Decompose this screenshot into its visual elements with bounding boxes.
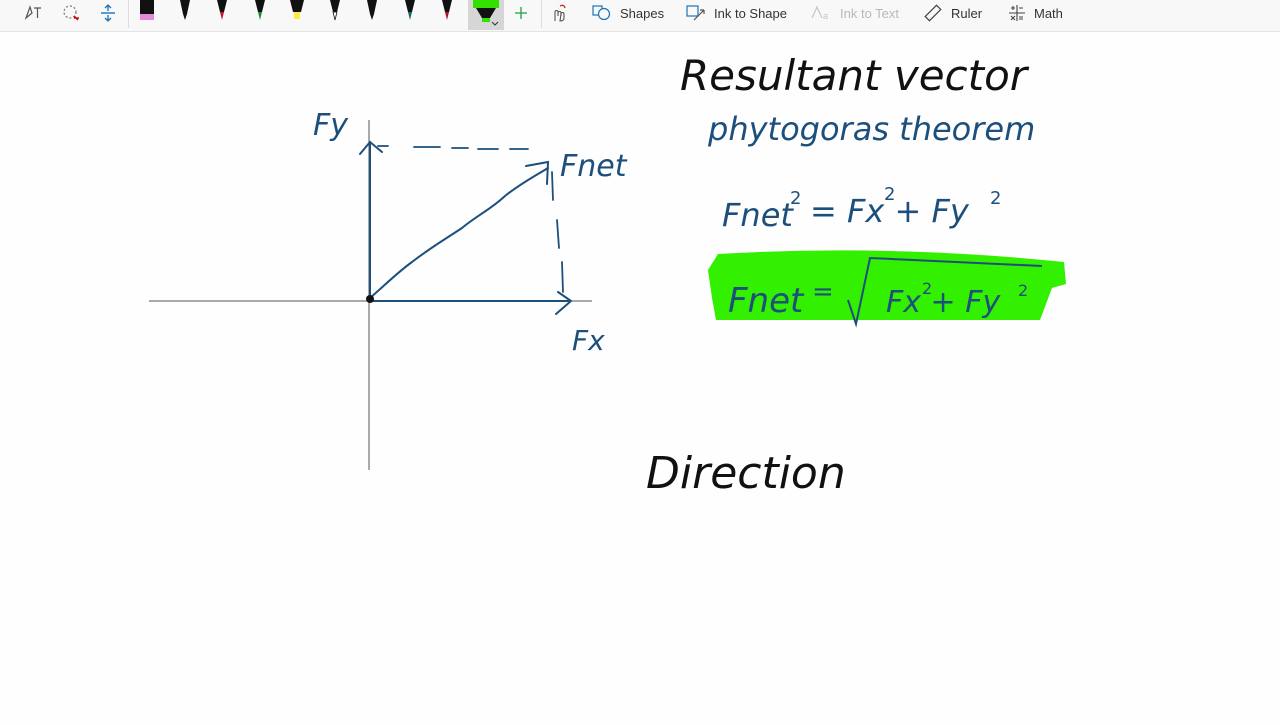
crimson-pen[interactable] [437,0,457,26]
ink-drawing: Fy Fx Fnet Resultant vector phytogoras t… [149,51,1066,499]
equation-1-fy-superscript: 2 [990,188,1001,209]
touch-draw-icon[interactable] [548,0,570,26]
ink-to-shape-icon [686,5,705,21]
subtitle-pythagoras: phytogoras theorem [707,110,1035,148]
shapes-label: Shapes [620,5,665,21]
equation-1-fx-superscript: 2 [884,184,895,205]
ink-canvas[interactable]: Fy Fx Fnet Resultant vector phytogoras t… [0,33,1280,720]
ruler-button[interactable]: Ruler [923,0,982,26]
math-icon [1009,5,1025,21]
equation-2-lhs: Fnet [728,281,805,321]
black-pen[interactable] [175,0,195,26]
ink-to-shape-button[interactable]: Ink to Shape [686,0,787,26]
shapes-button[interactable]: Shapes [592,0,664,26]
ink-to-text-icon: a [811,5,828,21]
teal-pen[interactable] [400,0,420,26]
drawing-toolbar: Shapes Ink to Shape a Ink to Text Ruler … [0,0,1280,32]
add-pen-icon[interactable] [510,0,532,26]
ink-to-text-button[interactable]: a Ink to Text [810,0,899,26]
ink-to-text-label: Ink to Text [840,5,900,21]
red-pen[interactable] [212,0,232,26]
dashed-projection-lines [377,145,564,293]
ruler-icon [924,4,942,22]
fx-vector-arrow [369,291,573,315]
math-label: Math [1034,5,1063,21]
black-pen-2[interactable] [362,0,382,26]
lasso-select-icon[interactable] [60,0,82,26]
add-space-icon[interactable] [97,0,119,26]
equation-2-fx-superscript: 2 [922,279,932,298]
equation-2-equals: = [812,277,834,307]
equation-1-lhs: Fnet [722,196,794,234]
white-pen[interactable] [325,0,345,26]
type-select-icon[interactable] [22,0,44,26]
equation-2-fy-superscript: 2 [1018,281,1028,300]
math-button[interactable]: Math [1008,0,1063,26]
shapes-icon [592,5,611,21]
equation-1-lhs-superscript: 2 [790,188,801,209]
fnet-vector-arrow [369,160,550,299]
svg-text:a: a [823,11,828,21]
direction-heading: Direction [646,448,846,499]
ruler-label: Ruler [951,5,983,21]
fy-vector-arrow [359,140,383,301]
fx-label: Fx [572,324,605,357]
green-pen[interactable] [250,0,270,26]
origin-dot [366,295,374,303]
title-resultant-vector: Resultant vector [680,51,1030,100]
equation-2-rhs: Fx + Fy [886,285,1001,320]
green-highlighter-pen[interactable] [468,0,504,30]
ink-to-shape-label: Ink to Shape [714,5,787,21]
fnet-label: Fnet [560,149,628,184]
yellow-highlighter-pen[interactable] [287,0,307,26]
pink-highlighter-pen[interactable] [137,0,157,26]
fy-label: Fy [313,108,349,143]
